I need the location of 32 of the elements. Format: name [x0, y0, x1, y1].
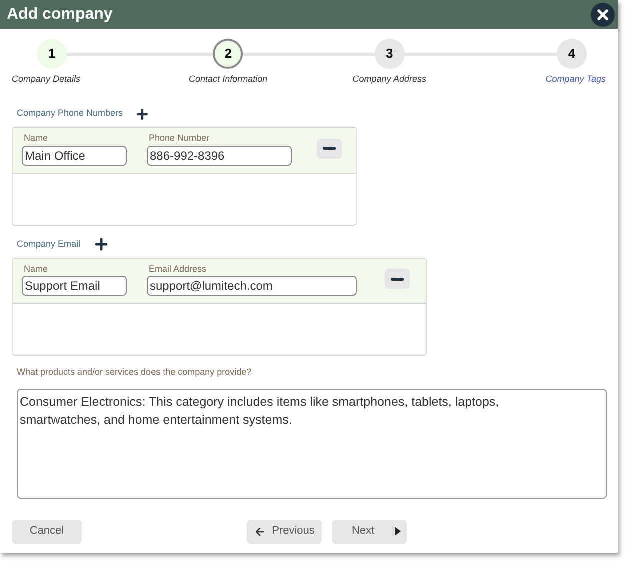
arrow-left-icon — [254, 526, 266, 538]
section-label: Company Phone Numbers — [17, 107, 124, 120]
minus-icon — [323, 147, 336, 150]
field-label: Phone Number — [149, 132, 211, 145]
step-label: Company Details — [12, 73, 81, 86]
name-field[interactable]: Main Office — [22, 146, 127, 166]
caret-icon — [395, 527, 401, 536]
minus-icon — [390, 278, 404, 281]
close-icon — [595, 6, 611, 22]
next-button[interactable]: Next — [332, 520, 407, 544]
section-label: Company Email — [17, 238, 81, 251]
plus-icon — [92, 236, 110, 253]
add-button[interactable] — [135, 106, 150, 122]
products-field[interactable]: Consumer Electronics: This category includes items like smartphones, tablets, laptops, smartwatches, and home entertainment systems. — [17, 388, 607, 498]
close-button[interactable] — [591, 2, 615, 26]
name-field[interactable]: Support Email — [22, 276, 127, 296]
value-field[interactable]: 886-992-8396 — [147, 146, 292, 166]
field-label: Name — [24, 132, 50, 145]
field-label: Email Address — [149, 262, 208, 276]
step-label[interactable]: Company Tags — [546, 73, 606, 86]
question-label: What products and/or services does the company provide? — [17, 366, 253, 379]
plus-icon — [135, 106, 150, 122]
step-label: Contact Information — [189, 73, 268, 86]
previous-button[interactable]: Previous — [247, 520, 322, 544]
remove-button[interactable] — [317, 138, 342, 159]
field-label: Name — [24, 262, 50, 276]
cancel-button[interactable]: Cancel — [12, 520, 82, 544]
add-button[interactable] — [92, 236, 110, 253]
dialog-title: Add company — [7, 4, 113, 24]
value-field[interactable]: support@lumitech.com — [147, 276, 357, 296]
remove-button[interactable] — [384, 269, 410, 290]
step-label: Company Address — [352, 73, 426, 86]
